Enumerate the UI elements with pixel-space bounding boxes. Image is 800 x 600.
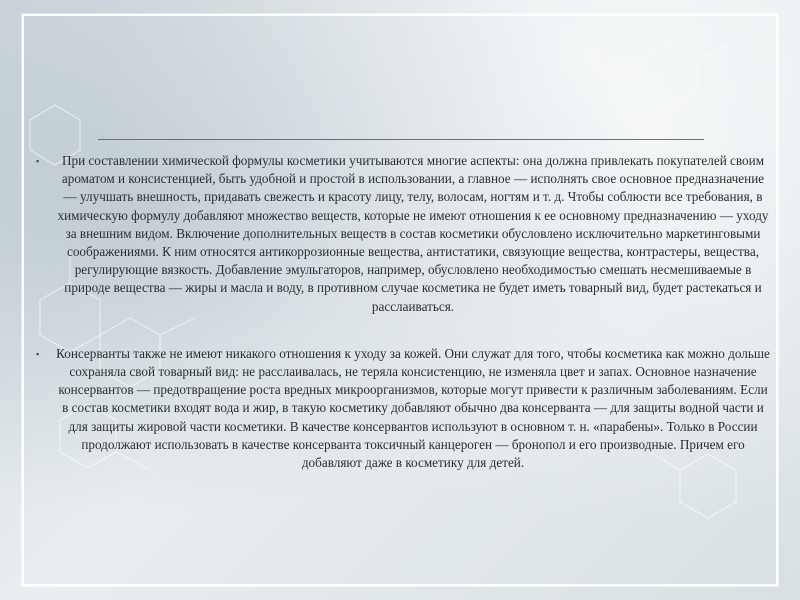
bullet-square-icon: ▪ [36,156,40,166]
paragraph-ingredients: ▪ При составлении химической формулы кос… [36,152,772,316]
paragraph-preservatives: ▪ Консерванты также не имеют никакого от… [36,345,772,472]
slide-body: ▪ При составлении химической формулы кос… [36,152,772,501]
paragraph-text: При составлении химической формулы косме… [57,153,769,314]
bullet-square-icon: ▪ [36,348,40,359]
title-divider-line [98,139,704,140]
paragraph-text: Консерванты также не имеют никакого отно… [56,345,770,471]
